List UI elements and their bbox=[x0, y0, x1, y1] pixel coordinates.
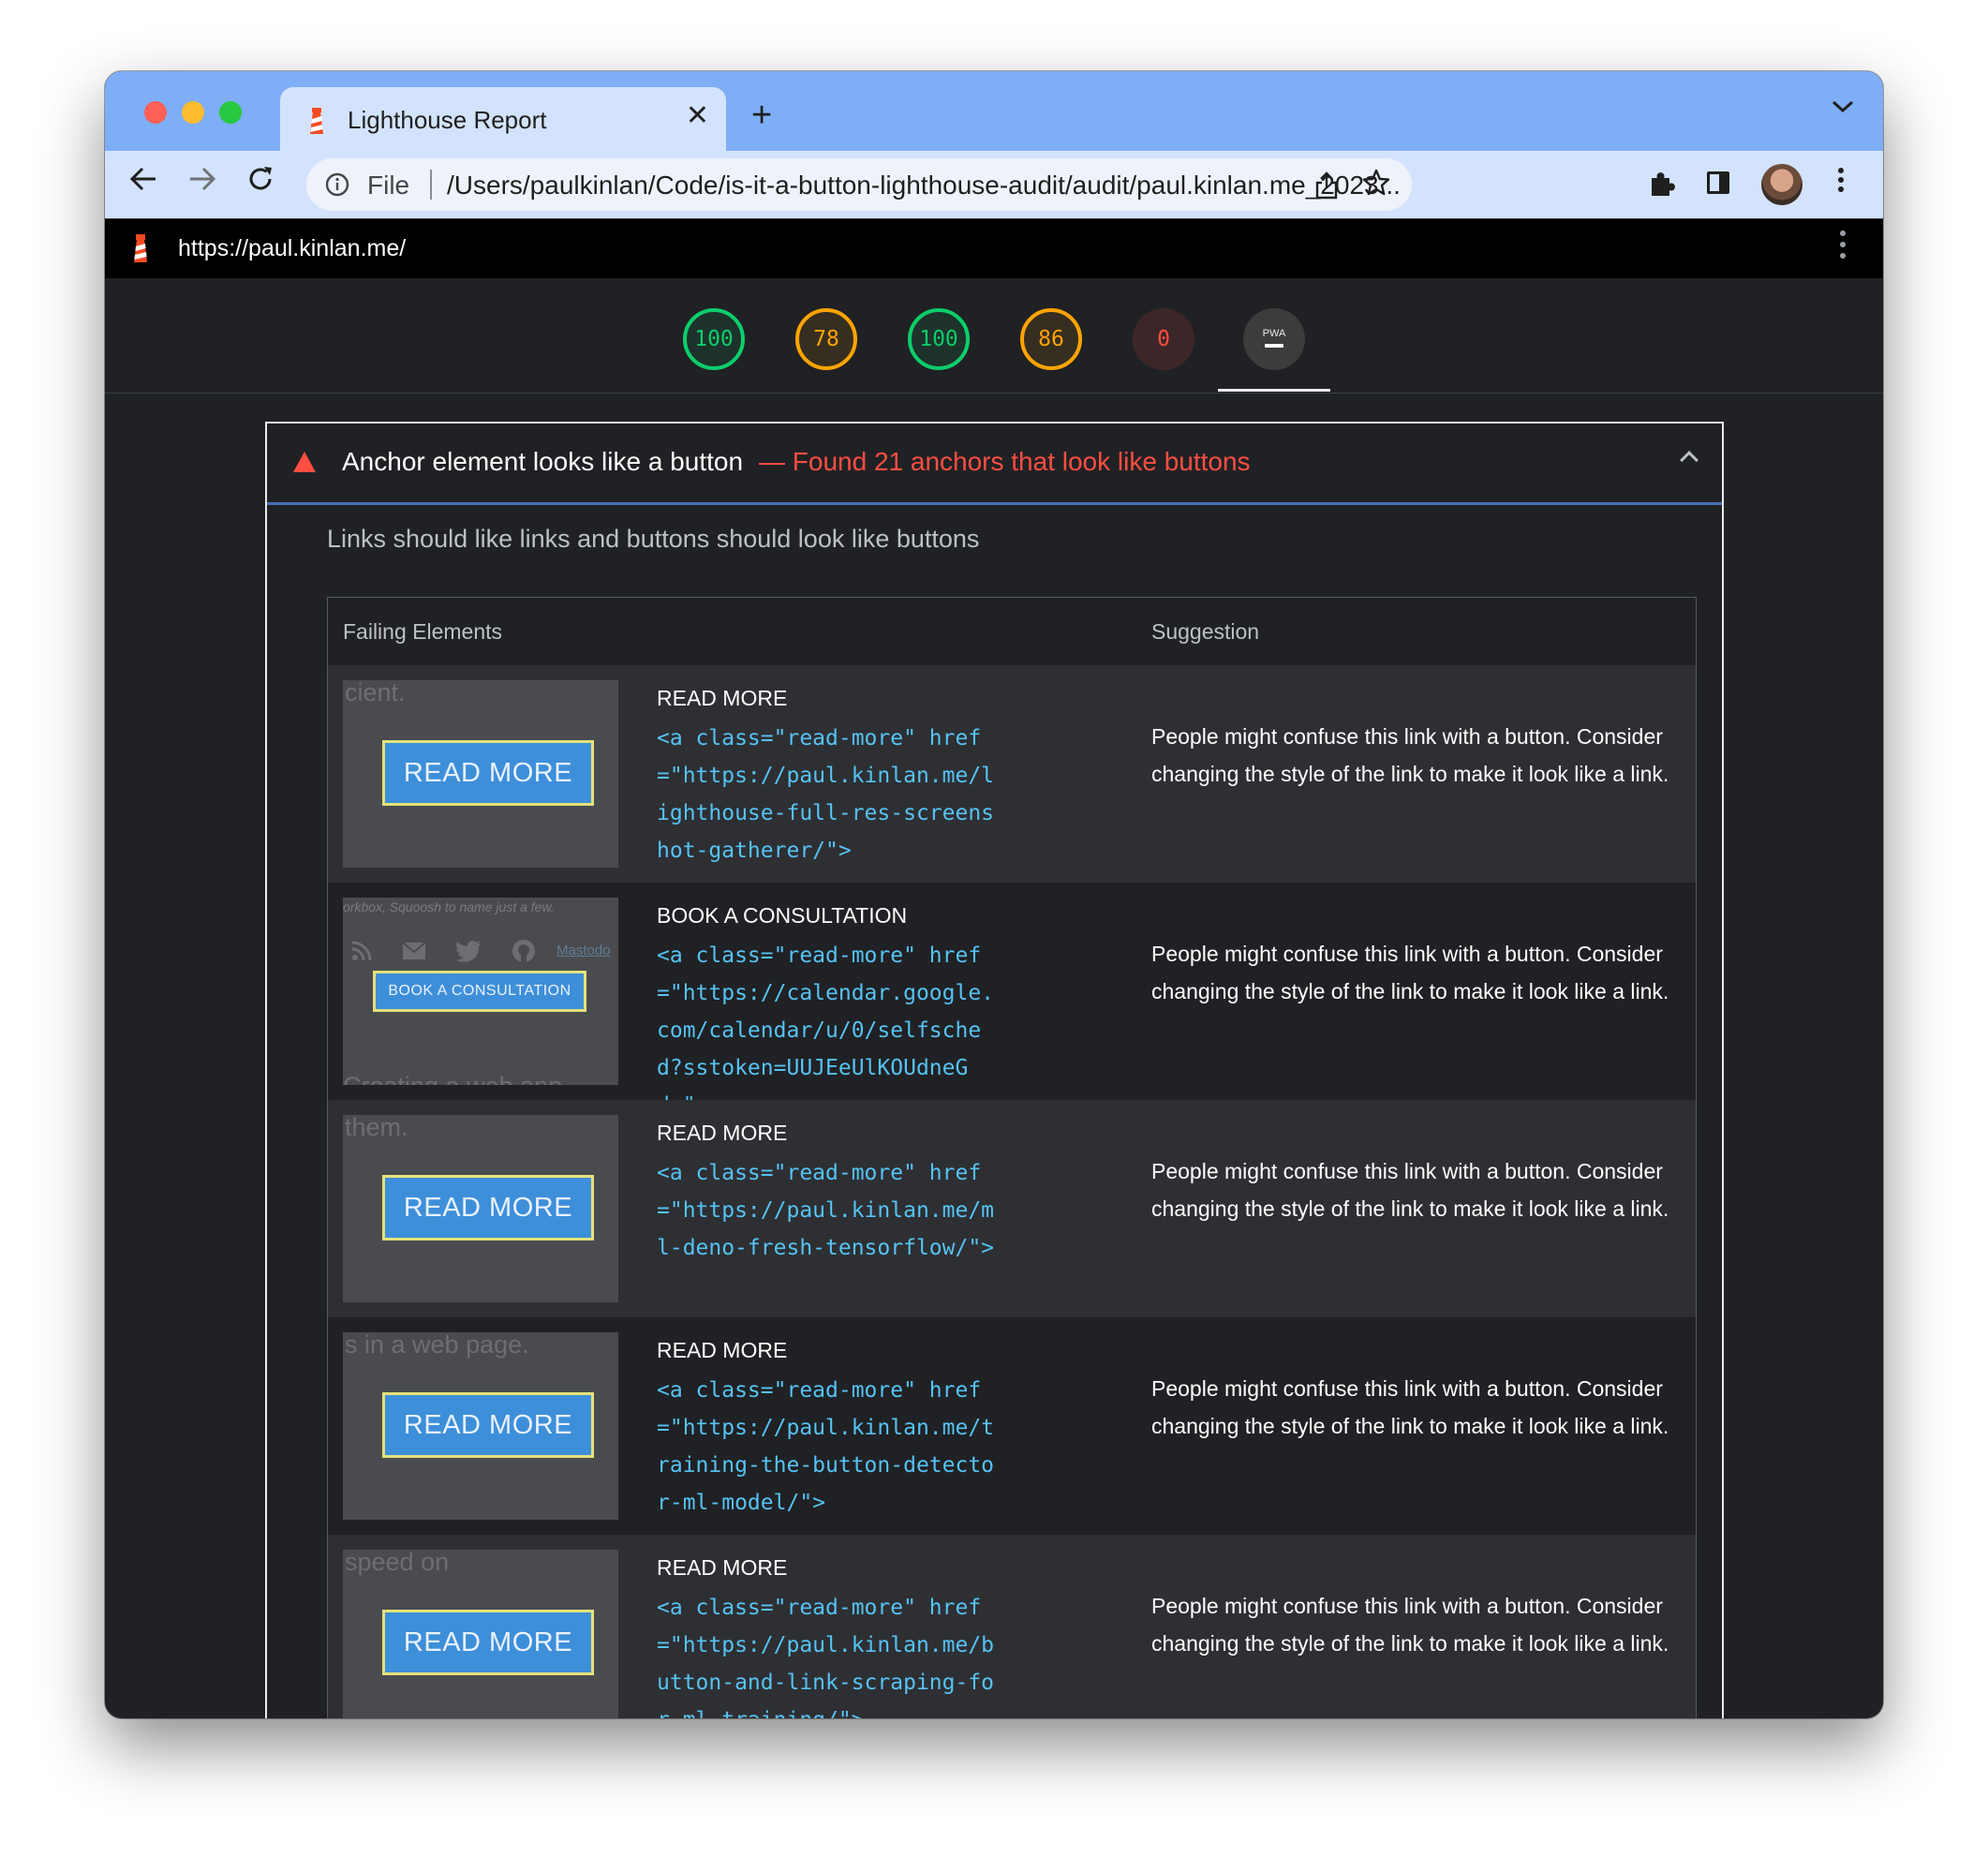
lighthouse-icon bbox=[310, 108, 323, 134]
element-label: READ MORE bbox=[657, 1338, 788, 1362]
element-label: BOOK A CONSULTATION bbox=[657, 903, 908, 928]
gauge-value: 78 bbox=[813, 327, 839, 351]
gauge-score-seo[interactable]: 86 bbox=[1020, 308, 1082, 370]
screenshot-highlighted-button: READ MORE bbox=[382, 1175, 594, 1240]
gauge-score-best-practices[interactable]: 100 bbox=[908, 308, 970, 370]
share-icon[interactable] bbox=[1314, 171, 1339, 200]
url-separator bbox=[430, 170, 432, 200]
element-label: READ MORE bbox=[657, 1121, 788, 1145]
report-menu-icon[interactable] bbox=[1840, 230, 1846, 264]
pwa-label: PWA bbox=[1262, 327, 1286, 339]
screenshot-social-icons bbox=[350, 935, 536, 964]
lighthouse-logo-icon bbox=[134, 234, 147, 262]
close-window-button[interactable] bbox=[144, 101, 167, 124]
gauge-score-custom[interactable]: 0 bbox=[1133, 308, 1194, 370]
element-snippet[interactable]: <a class="read-more" href="https://calen… bbox=[657, 937, 1003, 1124]
forward-arrow-icon[interactable] bbox=[187, 164, 217, 194]
suggestion-text: People might confuse this link with a bu… bbox=[1151, 1376, 1669, 1438]
audit-title: Anchor element looks like a button bbox=[342, 447, 744, 476]
chevron-up-icon[interactable] bbox=[1680, 451, 1699, 469]
new-tab-button[interactable]: + bbox=[751, 97, 772, 133]
table-row: s in a web page. READ MORE READ MORE <a … bbox=[328, 1317, 1696, 1535]
pwa-dash-icon bbox=[1265, 343, 1283, 348]
element-screenshot[interactable]: s in a web page. READ MORE bbox=[343, 1332, 618, 1520]
screenshot-context-text: s in a web page. bbox=[345, 1332, 529, 1359]
element-screenshot[interactable]: them. READ MORE bbox=[343, 1115, 618, 1302]
element-snippet[interactable]: <a class="read-more" href="https://paul.… bbox=[657, 1154, 1003, 1267]
suggestion-text: People might confuse this link with a bu… bbox=[1151, 1159, 1669, 1221]
tab-close-icon[interactable]: ✕ bbox=[686, 102, 709, 130]
tab-lighthouse-report[interactable]: Lighthouse Report ✕ bbox=[280, 87, 726, 151]
profile-avatar[interactable] bbox=[1761, 164, 1803, 205]
tab-search-chevron-icon[interactable] bbox=[1831, 99, 1855, 114]
gauge-value: 100 bbox=[919, 327, 958, 351]
element-snippet[interactable]: <a class="read-more" href="https://paul.… bbox=[657, 1589, 1003, 1718]
table-row: cient. READ MORE READ MORE <a class="rea… bbox=[328, 665, 1696, 883]
report-url[interactable]: https://paul.kinlan.me/ bbox=[178, 235, 406, 262]
audit-display-value: — Found 21 anchors that look like button… bbox=[759, 447, 1251, 476]
element-label: READ MORE bbox=[657, 1555, 788, 1580]
table-row: speed on READ MORE READ MORE <a class="r… bbox=[328, 1535, 1696, 1718]
active-gauge-underline bbox=[1218, 389, 1330, 392]
gauge-value: 100 bbox=[694, 327, 734, 351]
screenshot-context-text: cient. bbox=[345, 680, 406, 706]
browser-menu-icon[interactable] bbox=[1836, 164, 1846, 201]
maximize-window-button[interactable] bbox=[219, 101, 242, 124]
twitter-icon bbox=[455, 941, 482, 962]
reload-icon[interactable] bbox=[245, 164, 275, 194]
address-bar[interactable]: File /Users/paulkinlan/Code/is-it-a-butt… bbox=[306, 158, 1412, 211]
browser-toolbar: File /Users/paulkinlan/Code/is-it-a-butt… bbox=[105, 151, 1883, 218]
extensions-puzzle-icon[interactable] bbox=[1646, 170, 1676, 200]
gauge-pwa[interactable]: PWA bbox=[1243, 308, 1305, 370]
browser-window: Lighthouse Report ✕ + File /Users/paulki… bbox=[105, 71, 1883, 1718]
gauge-score-accessibility[interactable]: 78 bbox=[795, 308, 857, 370]
url-text[interactable]: /Users/paulkinlan/Code/is-it-a-button-li… bbox=[447, 171, 1401, 201]
element-snippet[interactable]: <a class="read-more" href="https://paul.… bbox=[657, 1372, 1003, 1522]
element-label: READ MORE bbox=[657, 686, 788, 710]
screenshot-highlighted-button: READ MORE bbox=[382, 1610, 594, 1675]
table-row: them. READ MORE READ MORE <a class="read… bbox=[328, 1100, 1696, 1317]
back-arrow-icon[interactable] bbox=[128, 164, 158, 194]
gauge-score-performance[interactable]: 100 bbox=[683, 308, 745, 370]
suggestion-text: People might confuse this link with a bu… bbox=[1151, 942, 1669, 1003]
audit-header[interactable]: Anchor element looks like a button — Fou… bbox=[267, 423, 1722, 505]
screenshot-highlighted-button: READ MORE bbox=[382, 1392, 594, 1458]
screenshot-highlighted-button: READ MORE bbox=[382, 740, 594, 806]
column-header-suggestion: Suggestion bbox=[1151, 619, 1260, 644]
mail-icon bbox=[402, 942, 426, 960]
element-screenshot[interactable]: speed on READ MORE bbox=[343, 1550, 618, 1718]
rss-icon bbox=[351, 941, 372, 961]
minimize-window-button[interactable] bbox=[182, 101, 204, 124]
failing-elements-table: Failing Elements Suggestion cient. READ … bbox=[327, 597, 1697, 1718]
suggestion-text: People might confuse this link with a bu… bbox=[1151, 724, 1669, 786]
element-snippet[interactable]: <a class="read-more" href="https://paul.… bbox=[657, 720, 1003, 869]
github-icon bbox=[512, 940, 535, 963]
screenshot-highlighted-button: BOOK A CONSULTATION bbox=[373, 971, 586, 1012]
column-header-failing: Failing Elements bbox=[343, 619, 503, 644]
screenshot-context-text: orkbox, Squoosh to name just a few. bbox=[343, 899, 555, 914]
gauge-value: 0 bbox=[1157, 327, 1170, 351]
url-scheme-label: File bbox=[367, 171, 410, 200]
table-header: Failing Elements Suggestion bbox=[328, 598, 1696, 665]
info-icon[interactable] bbox=[325, 172, 349, 197]
lighthouse-topbar: https://paul.kinlan.me/ bbox=[105, 218, 1883, 279]
screenshot-context-text: them. bbox=[345, 1115, 408, 1141]
audit-anchor-looks-like-button: Anchor element looks like a button — Fou… bbox=[265, 422, 1724, 1718]
element-screenshot[interactable]: cient. READ MORE bbox=[343, 680, 618, 868]
screenshot-context-text: speed on bbox=[345, 1550, 450, 1576]
bookmark-star-icon[interactable] bbox=[1361, 168, 1391, 198]
suggestion-text: People might confuse this link with a bu… bbox=[1151, 1594, 1669, 1656]
screenshot-bottom-text: Creating a web app bbox=[343, 1072, 562, 1085]
tab-strip: Lighthouse Report ✕ + bbox=[105, 71, 1883, 151]
element-screenshot[interactable]: orkbox, Squoosh to name just a few. Mast… bbox=[343, 898, 618, 1085]
side-panel-icon[interactable] bbox=[1707, 171, 1729, 194]
audit-description: Links should like links and buttons shou… bbox=[327, 525, 980, 553]
gauge-value: 86 bbox=[1038, 327, 1064, 351]
tab-title: Lighthouse Report bbox=[348, 106, 547, 134]
table-row: orkbox, Squoosh to name just a few. Mast… bbox=[328, 883, 1696, 1118]
screenshot-mastodon-link: Mastodo bbox=[556, 943, 611, 958]
score-gauges: 100 78 100 86 0 PWA bbox=[105, 278, 1883, 394]
fail-triangle-icon bbox=[293, 452, 316, 472]
